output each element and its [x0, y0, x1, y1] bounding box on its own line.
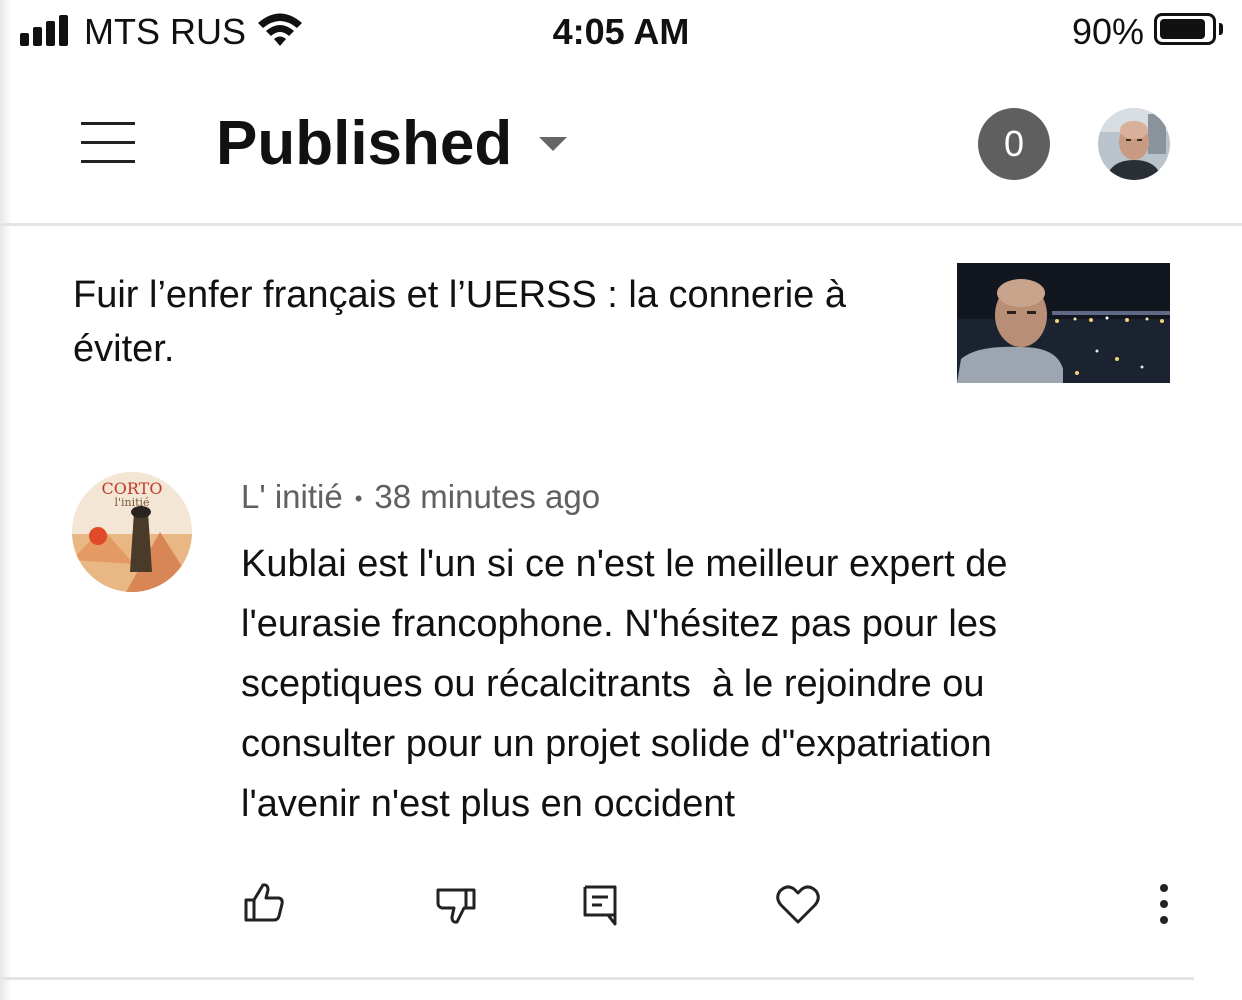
- thumbs-up-icon[interactable]: [236, 876, 292, 932]
- battery-fill: [1160, 19, 1205, 39]
- page-title: Published: [216, 109, 513, 178]
- hamburger-menu-icon[interactable]: [81, 122, 135, 164]
- comment-text: Kublai est l'un si ce n'est le meilleur …: [241, 543, 1019, 825]
- comment-item: CORTO l'initié L' initié • 38 minutes ago …: [0, 416, 1242, 978]
- bottom-divider: [0, 977, 1194, 980]
- reply-icon[interactable]: [572, 876, 628, 932]
- video-thumbnail-image: [957, 263, 1170, 383]
- status-time: 4:05 AM: [552, 11, 690, 52]
- comment-author[interactable]: L' initié: [241, 478, 343, 515]
- avatar-logo-subtext: l'initié: [114, 496, 149, 509]
- studio-comments-screen: MTS RUS 4:05 AM 90% Published 0 Fuir l’e…: [0, 0, 1242, 1000]
- thumbs-down-icon[interactable]: [428, 876, 484, 932]
- comment-time: 38 minutes ago: [374, 478, 601, 515]
- more-vertical-icon[interactable]: [1136, 876, 1192, 932]
- battery-icon: [1154, 13, 1216, 45]
- battery-tip: [1219, 23, 1223, 35]
- app-header: Published 0: [0, 64, 1242, 226]
- notification-count-badge[interactable]: 0: [978, 108, 1050, 180]
- status-bar: MTS RUS 4:05 AM 90%: [0, 0, 1242, 64]
- heart-icon[interactable]: [770, 876, 826, 932]
- commenter-avatar-image: CORTO l'initié: [72, 472, 192, 592]
- video-thumbnail: [957, 263, 1170, 383]
- caret-down-icon: [538, 137, 567, 151]
- user-avatar-image: [1098, 108, 1170, 180]
- video-title: Fuir l’enfer français et l’UERSS : la co…: [73, 274, 846, 370]
- battery-percent: 90%: [1071, 11, 1144, 52]
- page-title-dropdown[interactable]: Published: [216, 108, 567, 180]
- meta-separator: •: [354, 486, 363, 512]
- comment-meta: L' initié • 38 minutes ago: [241, 476, 600, 520]
- commenter-avatar[interactable]: CORTO l'initié: [72, 472, 192, 592]
- user-avatar[interactable]: [1098, 108, 1170, 180]
- comment-actions: [0, 876, 1242, 936]
- video-row[interactable]: Fuir l’enfer français et l’UERSS : la co…: [0, 226, 1242, 416]
